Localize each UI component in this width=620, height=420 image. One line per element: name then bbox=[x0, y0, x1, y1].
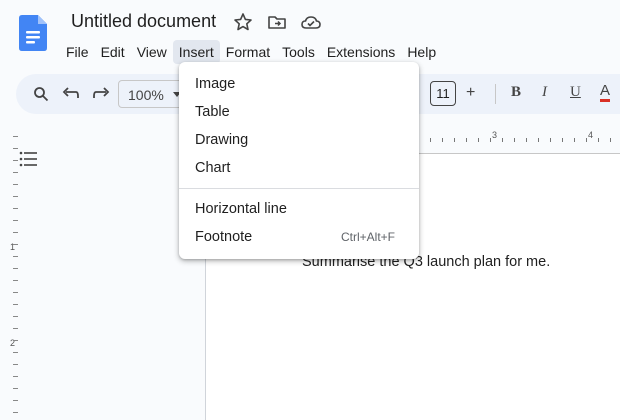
search-menus-icon[interactable] bbox=[31, 84, 51, 104]
insert-menu: Image Table Drawing Chart Horizontal lin… bbox=[179, 62, 419, 259]
menu-item-label: Table bbox=[195, 104, 230, 120]
zoom-value: 100% bbox=[128, 87, 164, 103]
ruler-tick bbox=[478, 138, 479, 142]
ruler-tick bbox=[13, 148, 18, 149]
ruler-tick bbox=[490, 138, 491, 142]
ruler-tick bbox=[13, 292, 18, 293]
menu-format[interactable]: Format bbox=[220, 40, 276, 64]
menu-divider bbox=[179, 188, 419, 189]
menu-view[interactable]: View bbox=[131, 40, 173, 64]
insert-menu-item-table[interactable]: Table bbox=[179, 98, 419, 126]
menu-help[interactable]: Help bbox=[401, 40, 442, 64]
ruler-tick bbox=[13, 340, 18, 341]
star-icon[interactable] bbox=[232, 11, 254, 33]
redo-icon[interactable] bbox=[91, 84, 111, 104]
toolbar-divider bbox=[495, 84, 496, 104]
insert-menu-item-footnote[interactable]: Footnote Ctrl+Alt+F bbox=[179, 223, 419, 251]
underline-button[interactable]: U bbox=[570, 84, 581, 101]
ruler-tick bbox=[430, 138, 431, 142]
ruler-tick bbox=[13, 400, 18, 401]
ruler-tick bbox=[454, 138, 455, 142]
insert-menu-item-image[interactable]: Image bbox=[179, 70, 419, 98]
ruler-tick bbox=[13, 208, 18, 209]
ruler-tick bbox=[13, 244, 18, 245]
ruler-tick bbox=[13, 280, 18, 281]
insert-menu-item-drawing[interactable]: Drawing bbox=[179, 126, 419, 154]
ruler-tick bbox=[13, 196, 18, 197]
bold-button[interactable]: B bbox=[511, 84, 521, 101]
ruler-tick bbox=[13, 388, 18, 389]
menu-extensions[interactable]: Extensions bbox=[321, 40, 401, 64]
ruler-tick bbox=[13, 328, 18, 329]
ruler-tick bbox=[466, 138, 467, 142]
menu-item-label: Horizontal line bbox=[195, 201, 287, 217]
menubar: File Edit View Insert Format Tools Exten… bbox=[60, 40, 442, 64]
text-color-button[interactable]: A bbox=[600, 83, 611, 102]
ruler-tick bbox=[574, 138, 575, 142]
ruler-tick bbox=[13, 256, 18, 257]
menu-edit[interactable]: Edit bbox=[95, 40, 131, 64]
ruler-tick bbox=[13, 364, 18, 365]
ruler-tick bbox=[550, 138, 551, 142]
ruler-tick bbox=[13, 412, 18, 413]
document-title[interactable]: Untitled document bbox=[71, 11, 216, 32]
ruler-tick bbox=[598, 138, 599, 142]
ruler-tick bbox=[502, 138, 503, 142]
ruler-tick bbox=[586, 138, 587, 142]
font-size-input[interactable]: 11 bbox=[430, 81, 456, 106]
vertical-ruler[interactable]: 1 2 bbox=[10, 128, 18, 420]
menu-insert[interactable]: Insert bbox=[172, 40, 220, 64]
menu-item-label: Drawing bbox=[195, 132, 249, 148]
ruler-tick bbox=[526, 138, 527, 142]
insert-menu-item-horizontal-line[interactable]: Horizontal line bbox=[179, 195, 419, 223]
ruler-tick bbox=[562, 138, 563, 142]
ruler-tick bbox=[13, 316, 18, 317]
move-to-folder-icon[interactable] bbox=[266, 11, 288, 33]
undo-icon[interactable] bbox=[61, 84, 81, 104]
ruler-tick bbox=[13, 376, 18, 377]
ruler-tick bbox=[13, 172, 18, 173]
ruler-tick bbox=[13, 352, 18, 353]
menu-tools[interactable]: Tools bbox=[276, 40, 321, 64]
ruler-tick bbox=[442, 138, 443, 142]
ruler-tick bbox=[13, 136, 18, 137]
menu-item-label: Footnote bbox=[195, 229, 253, 245]
insert-menu-item-chart[interactable]: Chart bbox=[179, 154, 419, 182]
increase-font-size-button[interactable]: + bbox=[466, 84, 475, 102]
menu-item-label: Chart bbox=[195, 160, 231, 176]
ruler-tick bbox=[514, 138, 515, 142]
ruler-tick bbox=[13, 304, 18, 305]
menu-item-shortcut: Ctrl+Alt+F bbox=[340, 230, 395, 244]
ruler-tick bbox=[610, 138, 611, 142]
italic-button[interactable]: I bbox=[542, 84, 547, 101]
ruler-number: 3 bbox=[492, 130, 498, 140]
ruler-tick bbox=[13, 220, 18, 221]
cloud-status-icon[interactable] bbox=[300, 11, 322, 33]
ruler-tick bbox=[13, 184, 18, 185]
ruler-tick bbox=[13, 268, 18, 269]
docs-logo-icon[interactable] bbox=[19, 15, 47, 51]
ruler-tick bbox=[13, 160, 18, 161]
document-outline-icon[interactable] bbox=[19, 150, 39, 168]
ruler-number: 4 bbox=[588, 130, 594, 140]
ruler-tick bbox=[13, 232, 18, 233]
ruler-tick bbox=[538, 138, 539, 142]
menu-item-label: Image bbox=[195, 76, 236, 92]
menu-file[interactable]: File bbox=[60, 40, 95, 64]
